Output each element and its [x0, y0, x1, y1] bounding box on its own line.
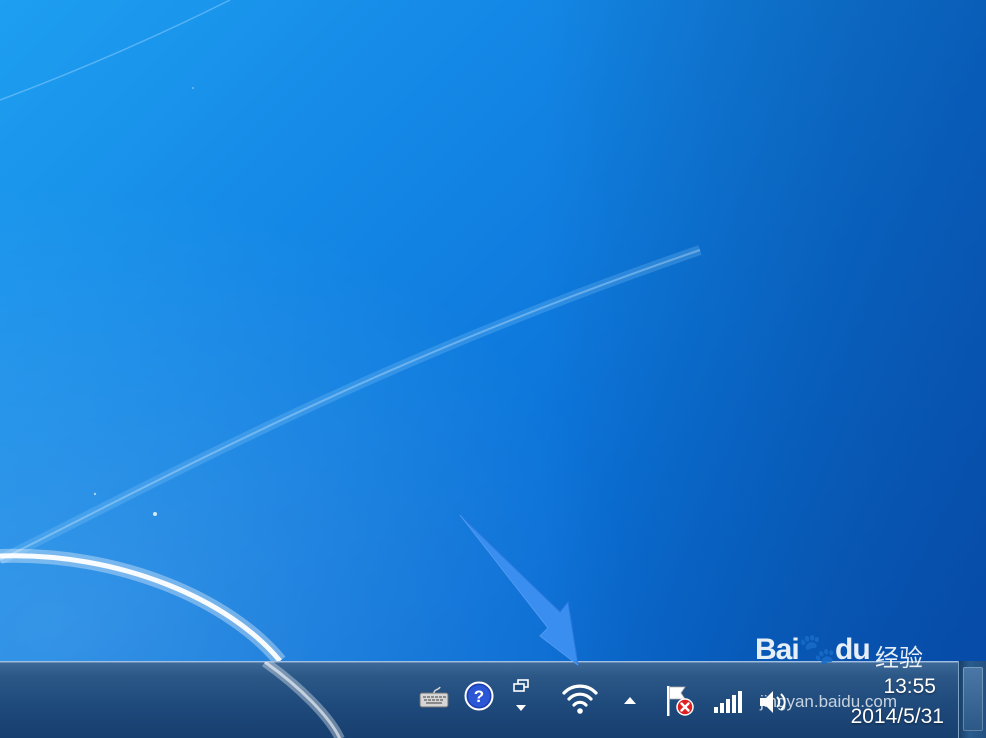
clock-date: 2014/5/31	[850, 705, 944, 728]
volume-icon[interactable]	[756, 686, 792, 718]
taskbar-clock[interactable]: 13:55 2014/5/31	[815, 672, 950, 738]
wifi-icon[interactable]	[560, 680, 600, 716]
signal-bars-icon[interactable]	[711, 688, 745, 716]
svg-text:?: ?	[474, 687, 484, 706]
desktop[interactable]: ? 13:55 2014/5/31 Bai🐾du 经验 jingyan.baid…	[0, 0, 986, 738]
help-icon[interactable]: ?	[462, 680, 496, 712]
wallpaper-art	[0, 0, 986, 738]
show-hidden-icons-arrow[interactable]	[620, 690, 640, 710]
keyboard-icon[interactable]	[418, 683, 450, 711]
windows-switcher-icon[interactable]	[508, 676, 534, 714]
clock-time: 13:55	[883, 675, 936, 698]
show-desktop-glass	[963, 667, 983, 731]
show-desktop-button[interactable]	[958, 661, 986, 738]
action-center-flag-icon[interactable]	[662, 684, 696, 718]
